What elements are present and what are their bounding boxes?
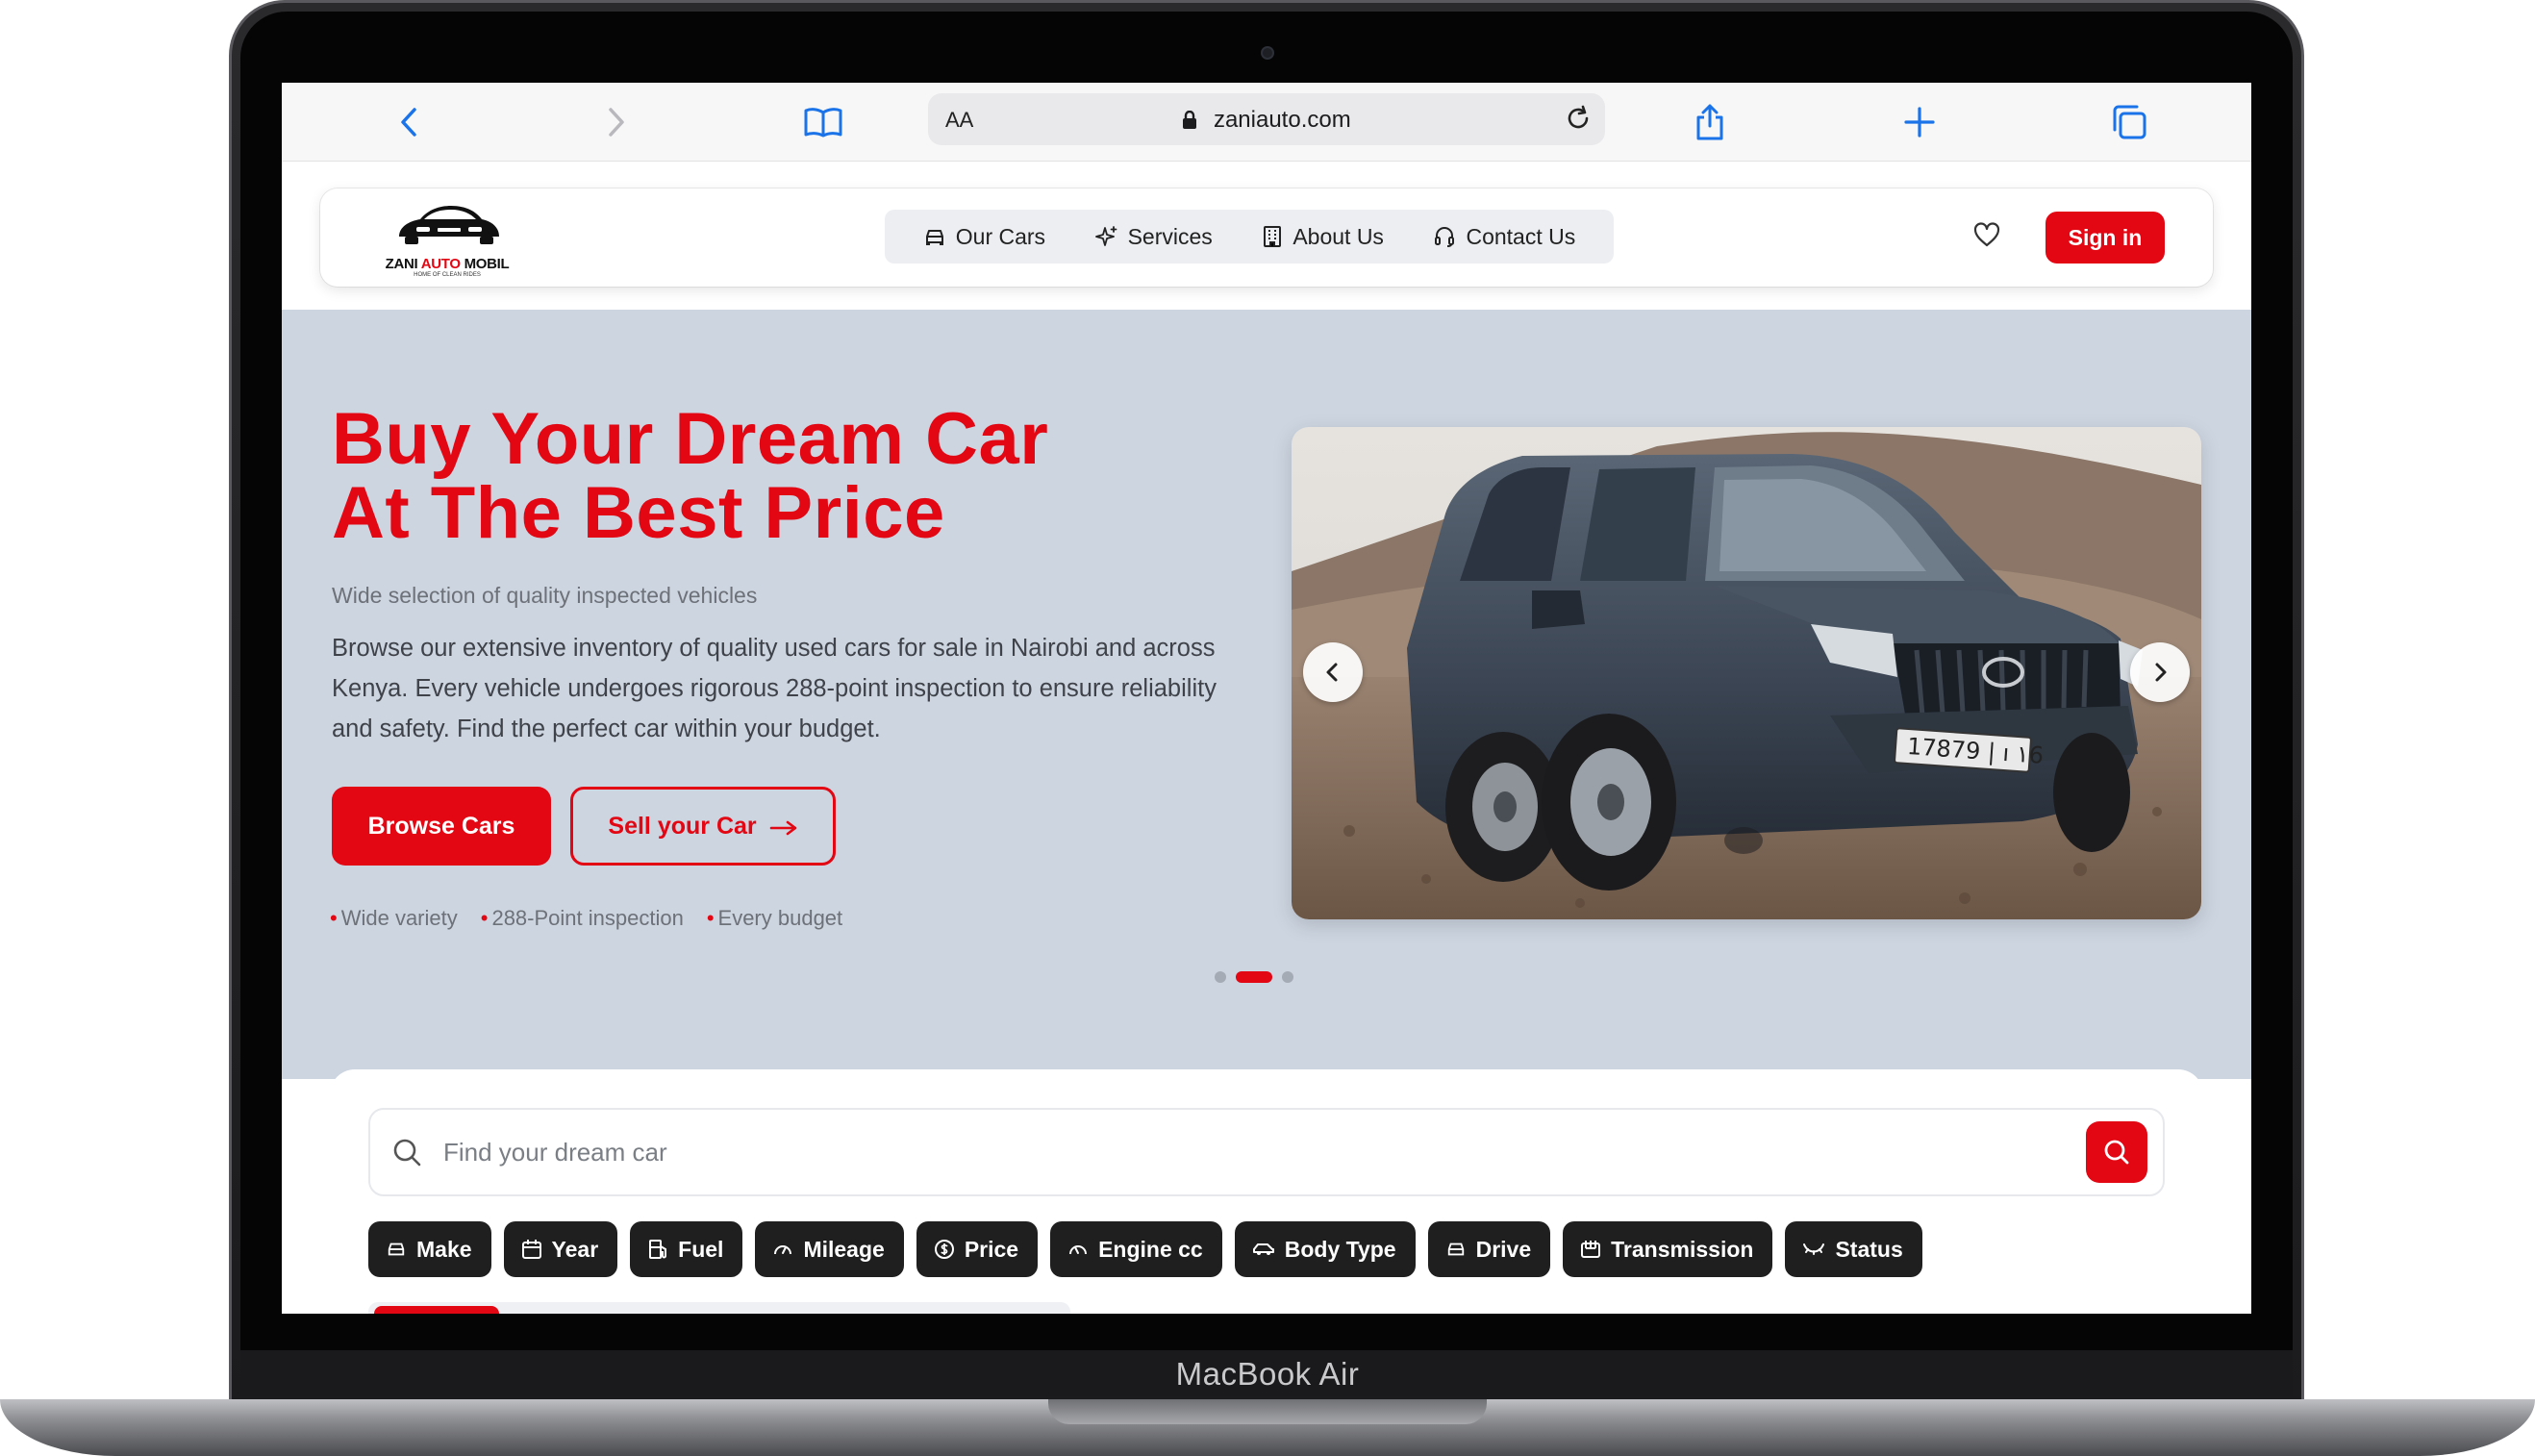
building-icon [1264,226,1282,247]
feature-item: • Every budget [706,906,843,930]
device-label: MacBook Air [1175,1356,1360,1392]
hero-features: • Wide variety • 288-Point inspection • Eve… [330,906,842,931]
carousel-dots [1215,971,1293,983]
filter-price[interactable]: Price [916,1221,1039,1277]
share-icon[interactable] [1688,100,1732,144]
gauge-icon [774,1245,792,1255]
back-icon[interactable] [388,100,432,144]
camera [1261,46,1274,60]
carousel-dot-active[interactable] [1236,971,1272,983]
nav-contact-us[interactable]: Contact Us [1421,210,1587,264]
headset-icon [1435,227,1455,247]
site-logo[interactable]: ZANI AUTO MOBIL HOME OF CLEAN RIDES [370,198,524,279]
carousel-next-button[interactable] [2130,642,2190,702]
bookmarks-icon[interactable] [801,100,845,144]
hero-description: Browse our extensive inventory of qualit… [332,635,1217,742]
carousel-dot[interactable] [1215,971,1226,983]
hero-subtitle: Wide selection of quality inspected vehi… [332,583,758,608]
car-icon [925,230,943,245]
logo-tagline: HOME OF CLEAN RIDES [414,272,481,278]
browse-cars-button[interactable]: Browse Cars [332,787,551,866]
forward-icon[interactable] [593,100,638,144]
dollar-icon [934,1240,954,1259]
filter-drive[interactable]: Drive [1427,1221,1551,1277]
car-body-icon [1252,1243,1274,1255]
address-bar[interactable]: AA zaniauto.com [928,93,1605,145]
hero-carousel[interactable]: 17879 | ı ١6 [1292,427,2201,919]
site-navbar: ZANI AUTO MOBIL HOME OF CLEAN RIDES Our … [320,188,2213,287]
main-nav: Our Cars Services About Us Contact Us [885,210,1614,264]
carousel-prev-button[interactable] [1303,642,1363,702]
carousel-dot[interactable] [1282,971,1293,983]
favorites-heart-icon[interactable] [1972,221,2001,253]
feature-item: • Wide variety [330,906,458,930]
screen: AA zaniauto.com ZANI AUTO MOBIL HOME OF … [282,83,2251,1314]
search-icon [391,1137,422,1172]
lock-icon [1183,111,1197,129]
search-input[interactable] [441,1131,1980,1173]
filter-body-type[interactable]: Body Type [1234,1221,1416,1277]
arrow-right-icon [769,820,796,835]
chevron-left-icon [1326,663,1338,682]
laptop-hinge-notch [1048,1399,1487,1424]
search-box [368,1108,2165,1196]
search-submit-button[interactable] [2086,1121,2147,1183]
filter-year[interactable]: Year [503,1221,618,1277]
browser-toolbar: AA zaniauto.com [282,83,2251,162]
new-tab-icon[interactable] [1897,100,1942,144]
gearbox-icon [1581,1241,1601,1258]
hero-title: Buy Your Dream Car At The Best Price [332,398,1049,554]
filter-mileage[interactable]: Mileage [755,1221,904,1277]
filter-transmission[interactable]: Transmission [1563,1221,1773,1277]
filter-fuel[interactable]: Fuel [630,1221,743,1277]
feature-item: • 288-Point inspection [480,906,684,930]
status-icon [1803,1243,1825,1255]
filter-status[interactable]: Status [1785,1221,1922,1277]
sign-in-button[interactable]: Sign in [2046,212,2165,264]
car-icon [1447,1243,1464,1256]
nav-services[interactable]: Services [1084,210,1224,264]
car-photo: 17879 | ı ١6 [1292,427,2201,919]
sparkle-icon [1094,226,1117,246]
car-logo-icon [399,206,499,244]
sell-car-button[interactable]: Sell your Car [570,787,836,866]
reload-icon[interactable] [1561,101,1595,140]
filter-chips: Make Year Fuel Mileage Price Engine cc B… [368,1221,1922,1277]
active-tab-peek [374,1306,499,1314]
filter-make[interactable]: Make [368,1221,491,1277]
tabs-overview-icon[interactable] [2107,100,2151,144]
filter-engine-cc[interactable]: Engine cc [1050,1221,1222,1277]
logo-wordmark: ZANI AUTO MOBIL [385,256,510,272]
fuel-icon [649,1240,667,1259]
url-text: zaniauto.com [1213,107,1351,133]
hero-section: Buy Your Dream Car At The Best Price Wide… [282,310,2251,1079]
calendar-icon [521,1240,541,1259]
search-icon [2104,1140,2129,1165]
gauge-icon [1069,1245,1088,1255]
nav-about-us[interactable]: About Us [1250,210,1395,264]
chevron-right-icon [2155,663,2167,682]
car-icon [388,1243,405,1256]
nav-our-cars[interactable]: Our Cars [912,210,1057,264]
